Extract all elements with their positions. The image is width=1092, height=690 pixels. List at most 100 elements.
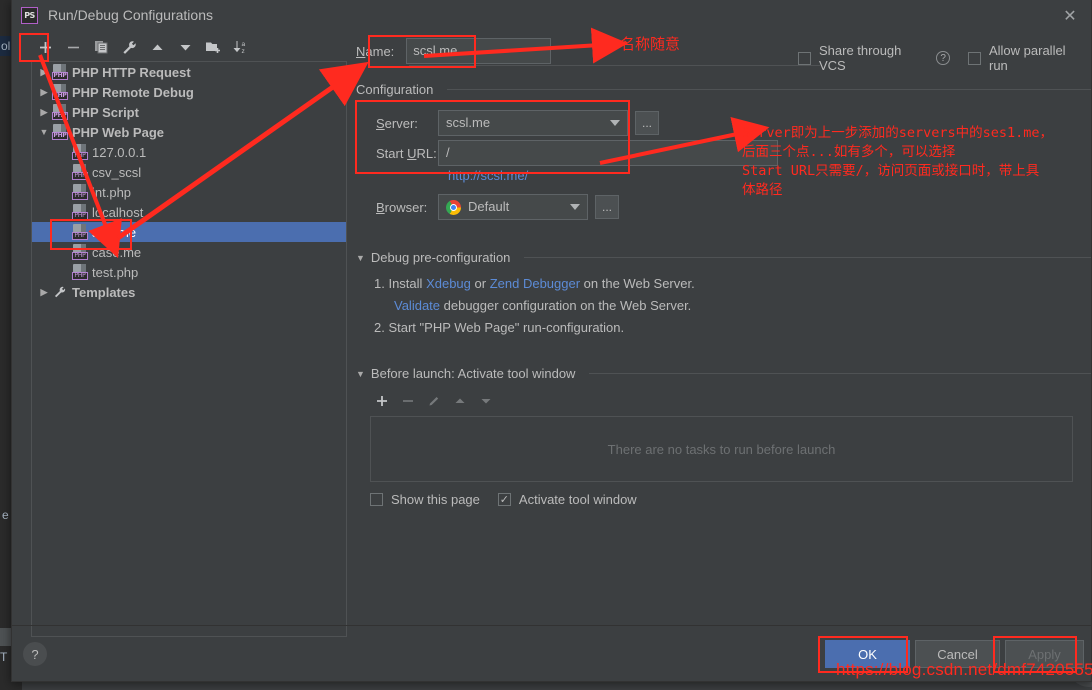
activate-tool-window-label: Activate tool window (518, 492, 637, 507)
configuration-fields: Server: scsl.me ... Start URL: / Browser… (376, 108, 778, 222)
tree-item[interactable]: ▶ PHP PHP HTTP Request (32, 62, 346, 82)
ide-code-fragment: e (2, 508, 9, 522)
configuration-section-title: Configuration (356, 82, 434, 97)
tree-item[interactable]: PHP case.me (32, 242, 346, 262)
dialog-title: Run/Debug Configurations (48, 7, 213, 23)
tree-item[interactable]: ▼ PHP PHP Web Page (32, 122, 346, 142)
browser-value: Default (468, 199, 510, 214)
server-label: Server: (376, 115, 418, 131)
chevron-down-icon (570, 204, 580, 210)
chrome-icon (446, 199, 461, 215)
server-browse-button[interactable]: ... (635, 111, 659, 135)
watermark-url: https://blog.csdn.net/dmf742055597 (836, 660, 1092, 679)
php-web-page-icon: PHP (52, 124, 68, 140)
browser-browse-button[interactable]: ... (595, 195, 619, 219)
show-this-page-checkbox[interactable] (370, 493, 383, 506)
tree-item-label: scsl.me (92, 224, 137, 240)
chevron-right-icon[interactable]: ▶ (36, 107, 52, 118)
validate-link[interactable]: Validate (394, 298, 440, 313)
configurations-tree[interactable]: ▶ PHP PHP HTTP Request ▶ PHP PHP Remote Debug… (31, 61, 347, 637)
chevron-down-icon (610, 120, 620, 126)
before-launch-tasks-list[interactable]: There are no tasks to run before launch (370, 416, 1073, 482)
activate-tool-window-checkbox[interactable]: ✓ (497, 493, 511, 506)
php-web-page-icon: PHP (72, 264, 88, 280)
phpstorm-icon: PS (21, 6, 38, 24)
browser-row: Browser: Default ... (376, 192, 778, 222)
tree-item[interactable]: PHP int.php (32, 182, 346, 202)
tree-item-label: PHP Remote Debug (72, 84, 194, 100)
create-folder-button[interactable] (199, 34, 227, 60)
debug-preconfiguration-section: ▼ Debug pre-configuration 1. Install Xde… (356, 250, 1091, 339)
server-row: Server: scsl.me ... (376, 108, 778, 138)
wrench-icon (52, 284, 68, 300)
zend-debugger-link[interactable]: Zend Debugger (490, 276, 580, 291)
ide-terminal-label[interactable]: T (0, 650, 7, 664)
step1-number: 1. (374, 276, 385, 291)
tree-item[interactable]: ▶ Templates (32, 282, 346, 302)
section-divider (447, 89, 1091, 90)
before-launch-title: Before launch: Activate tool window (370, 366, 576, 381)
tree-item-label: localhost (92, 204, 144, 220)
xdebug-link[interactable]: Xdebug (426, 276, 471, 291)
ide-editor-tab-label: ol (1, 39, 11, 53)
allow-parallel-run-checkbox[interactable] (967, 51, 981, 65)
chevron-down-icon: ▼ (356, 252, 365, 263)
validate-rest: debugger configuration on the Web Server… (443, 298, 692, 313)
no-tasks-message: There are no tasks to run before launch (607, 441, 836, 457)
tree-item[interactable]: PHP localhost (32, 202, 346, 222)
move-up-button[interactable] (143, 34, 171, 60)
tree-item[interactable]: PHP 127.0.0.1 (32, 142, 346, 162)
server-combobox[interactable]: scsl.me (438, 110, 628, 136)
chevron-down-icon[interactable]: ▼ (36, 127, 52, 137)
tree-item[interactable]: PHP test.php (32, 262, 346, 282)
configurations-toolbar: a z (31, 33, 341, 61)
before-launch-section: ▼ Before launch: Activate tool window Th… (356, 366, 1091, 507)
add-task-button[interactable] (370, 390, 394, 412)
section-divider (589, 373, 1091, 374)
tree-item[interactable]: PHP csv_scsl (32, 162, 346, 182)
tree-item-label: PHP HTTP Request (72, 64, 191, 80)
sort-az-button[interactable]: a z (227, 34, 255, 60)
tree-item-label: PHP Web Page (72, 124, 164, 140)
php-web-page-icon: PHP (72, 184, 88, 200)
chevron-right-icon[interactable]: ▶ (36, 67, 52, 78)
tree-item[interactable]: ▶ PHP PHP Script (32, 102, 346, 122)
browser-combobox[interactable]: Default (438, 194, 588, 220)
move-down-button[interactable] (171, 34, 199, 60)
remove-configuration-button[interactable] (59, 34, 87, 60)
resolved-url-link[interactable]: http://scsl.me/ (448, 168, 528, 183)
php-web-page-icon: PHP (72, 244, 88, 260)
name-label: Name: (356, 43, 395, 59)
debug-preconfiguration-header[interactable]: ▼ Debug pre-configuration (356, 250, 1091, 265)
debug-preconfiguration-title: Debug pre-configuration (370, 250, 511, 265)
configuration-section-header: Configuration (356, 82, 1091, 97)
add-configuration-button[interactable] (31, 34, 59, 60)
before-launch-header[interactable]: ▼ Before launch: Activate tool window (356, 366, 1091, 381)
php-web-page-icon: PHP (72, 144, 88, 160)
debug-preconfiguration-steps: 1. Install Xdebug or Zend Debugger on th… (374, 273, 1091, 339)
start-url-row: Start URL: / (376, 138, 778, 168)
help-button[interactable]: ? (23, 642, 47, 666)
edit-configuration-templates-button[interactable] (115, 34, 143, 60)
chevron-right-icon[interactable]: ▶ (36, 87, 52, 98)
php-web-page-icon: PHP (72, 164, 88, 180)
tree-item-label: int.php (92, 184, 132, 200)
copy-configuration-button[interactable] (87, 34, 115, 60)
step1-text-a: Install (388, 276, 423, 291)
chevron-right-icon[interactable]: ▶ (36, 287, 52, 298)
close-icon[interactable]: ✕ (1057, 5, 1083, 27)
step1-or: or (474, 276, 487, 291)
name-field-underline (409, 65, 820, 66)
dialog-titlebar: PS Run/Debug Configurations ✕ (12, 0, 1091, 30)
debug-step-1: 1. Install Xdebug or Zend Debugger on th… (374, 273, 1091, 295)
footer-divider (12, 625, 1091, 626)
tree-item[interactable]: ▶ PHP PHP Remote Debug (32, 82, 346, 102)
tree-item-label: PHP Script (72, 104, 139, 120)
svg-text:a: a (241, 41, 245, 48)
name-input[interactable]: scsl.me (406, 38, 552, 64)
question-icon[interactable]: ? (936, 51, 950, 65)
start-url-input[interactable]: / (438, 140, 778, 166)
move-task-down-button (474, 390, 498, 412)
share-through-vcs-checkbox[interactable] (798, 51, 811, 65)
tree-item[interactable]: PHP scsl.me (32, 222, 346, 242)
